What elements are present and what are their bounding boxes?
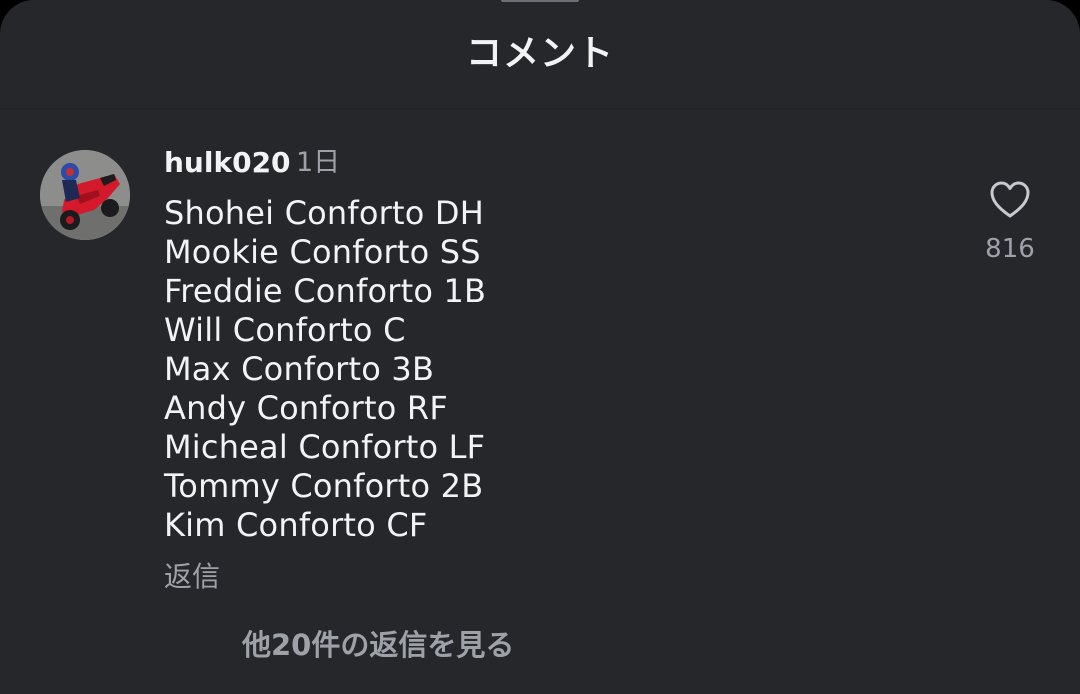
like-count: 816 bbox=[985, 234, 1035, 264]
comments-sheet: コメント hulk020 1日 Shohei Conforto DH Mooki… bbox=[0, 0, 1080, 694]
comment-line: Shohei Conforto DH bbox=[164, 194, 485, 232]
comment-username[interactable]: hulk020 bbox=[164, 146, 291, 180]
comment-line: Max Conforto 3B bbox=[164, 350, 435, 388]
avatar-motorcycle-image bbox=[40, 150, 130, 240]
view-more-replies-button[interactable]: 他20件の返信を見る bbox=[242, 626, 514, 664]
comment-line: Will Conforto C bbox=[164, 311, 406, 349]
like-group: 816 bbox=[975, 180, 1045, 264]
comment-line: Tommy Conforto 2B bbox=[164, 467, 484, 505]
comment-line: Kim Conforto CF bbox=[164, 506, 428, 544]
comment-line: Andy Conforto RF bbox=[164, 389, 448, 427]
comment-line: Mookie Conforto SS bbox=[164, 233, 481, 271]
avatar[interactable] bbox=[40, 150, 130, 240]
comment-line: Micheal Conforto LF bbox=[164, 428, 486, 466]
comment-timestamp: 1日 bbox=[296, 147, 341, 178]
comment-line: Freddie Conforto 1B bbox=[164, 272, 487, 310]
comment-text: Shohei Conforto DH Mookie Conforto SS Fr… bbox=[164, 194, 486, 545]
sheet-header: コメント bbox=[0, 0, 1080, 109]
sheet-title: コメント bbox=[465, 33, 614, 74]
reply-button[interactable]: 返信 bbox=[164, 558, 220, 596]
heart-outline-icon[interactable] bbox=[989, 180, 1031, 220]
